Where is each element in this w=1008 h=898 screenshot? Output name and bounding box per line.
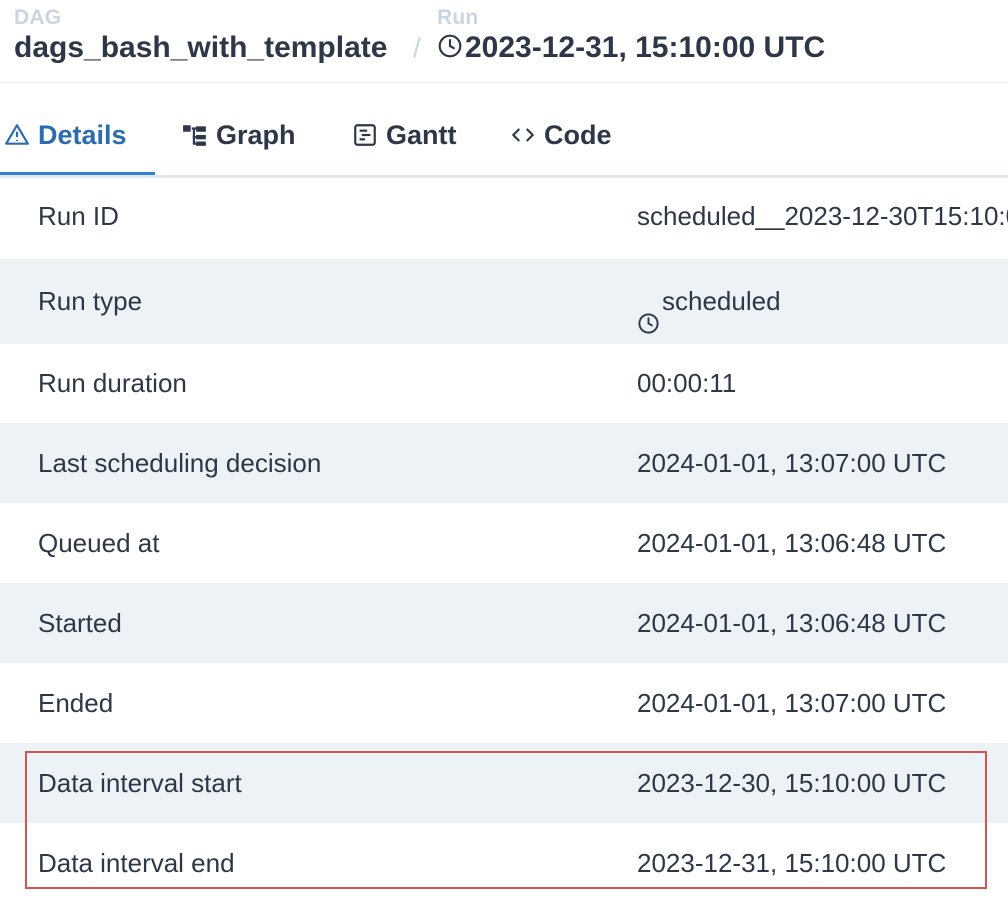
details-table: Run ID scheduled__2023-12-30T15:10:00+00… (0, 177, 1008, 898)
breadcrumb-dag-label: DAG (14, 6, 62, 29)
table-row: Data interval start 2023-12-30, 15:10:00… (0, 743, 1008, 823)
tab-gantt-label: Gantt (386, 119, 457, 150)
tab-gantt[interactable]: Gantt (352, 95, 457, 175)
row-label: Ended (38, 688, 114, 718)
breadcrumb-run-label: Run (437, 6, 479, 29)
table-row: Data interval end 2023-12-31, 15:10:00 U… (0, 823, 1008, 898)
row-value-wrap: scheduled (637, 259, 781, 344)
breadcrumb-dag-value[interactable]: dags_bash_with_template (14, 30, 387, 66)
row-value: 2024-01-01, 13:07:00 UTC (637, 448, 947, 478)
table-row: Run duration 00:00:11 (0, 344, 1008, 423)
row-value: 2024-01-01, 13:06:48 UTC (637, 528, 947, 558)
row-value: 00:00:11 (637, 368, 737, 398)
clock-icon (437, 32, 463, 58)
tab-bar: Details Graph Gantt Code (0, 95, 1008, 178)
code-icon (510, 122, 536, 148)
row-label: Run duration (38, 368, 187, 398)
tab-graph-label: Graph (216, 119, 296, 150)
graph-icon (182, 122, 208, 148)
active-tab-indicator (0, 172, 155, 175)
breadcrumb-run-value-wrap[interactable]: 2023-12-31, 15:10:00 UTC (437, 30, 825, 66)
table-row: Started 2024-01-01, 13:06:48 UTC (0, 583, 1008, 663)
table-row: Last scheduling decision 2024-01-01, 13:… (0, 423, 1008, 503)
breadcrumb-run-value: 2023-12-31, 15:10:00 UTC (465, 31, 826, 64)
table-row: Queued at 2024-01-01, 13:06:48 UTC (0, 503, 1008, 583)
row-label: Last scheduling decision (38, 448, 322, 478)
row-label: Started (38, 608, 122, 638)
row-label: Data interval end (38, 848, 235, 878)
tab-graph[interactable]: Graph (182, 95, 296, 175)
row-label: Run ID (38, 201, 119, 231)
row-label: Queued at (38, 528, 160, 558)
breadcrumb: DAG dags_bash_with_template / Run 2023-1… (0, 0, 1008, 83)
row-value: 2024-01-01, 13:07:00 UTC (637, 688, 947, 718)
row-value: 2024-01-01, 13:06:48 UTC (637, 608, 947, 638)
row-label: Run type (38, 286, 143, 316)
tab-code-label: Code (544, 119, 612, 150)
warning-triangle-icon (4, 122, 30, 148)
table-row: Run ID scheduled__2023-12-30T15:10:00+00… (0, 177, 1008, 259)
tab-code[interactable]: Code (510, 95, 612, 175)
gantt-icon (352, 122, 378, 148)
table-row: Ended 2024-01-01, 13:07:00 UTC (0, 663, 1008, 743)
dag-run-details-page: DAG dags_bash_with_template / Run 2023-1… (0, 0, 1008, 898)
row-value: 2023-12-31, 15:10:00 UTC (637, 848, 947, 878)
row-label: Data interval start (38, 768, 242, 798)
table-row: Run type scheduled (0, 259, 1008, 344)
breadcrumb-dag[interactable]: DAG dags_bash_with_template (14, 6, 387, 66)
row-value: scheduled (662, 286, 781, 316)
breadcrumb-run[interactable]: Run 2023-12-31, 15:10:00 UTC (437, 6, 825, 66)
row-value: scheduled__2023-12-30T15:10:00+00:00 (637, 201, 1008, 231)
tab-details-label: Details (38, 119, 127, 150)
row-value: 2023-12-30, 15:10:00 UTC (637, 768, 947, 798)
tab-details[interactable]: Details (4, 95, 127, 175)
breadcrumb-separator: / (413, 32, 421, 63)
clock-icon (637, 284, 660, 334)
